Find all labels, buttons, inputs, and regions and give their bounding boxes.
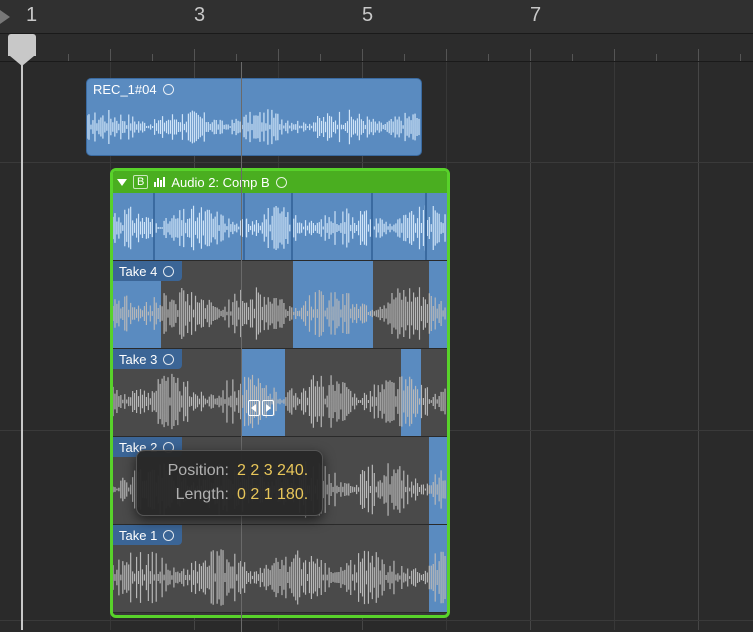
gridline (614, 62, 615, 630)
comp-lane[interactable] (113, 193, 447, 261)
comp-split[interactable] (291, 193, 293, 260)
tooltip-length-value: 0 2 1 180. (237, 483, 308, 507)
take-header[interactable]: Take 1 (113, 525, 182, 545)
comp-title: Audio 2: Comp B (171, 175, 269, 190)
tooltip-length-label: Length: (151, 483, 229, 507)
waveform (113, 371, 447, 432)
bar-number: 1 (26, 4, 37, 27)
take-lane[interactable]: Take 3 (113, 349, 447, 437)
bar-ruler[interactable]: 1 3 5 7 (0, 0, 753, 34)
comp-badge[interactable]: B (133, 175, 148, 189)
loop-icon (276, 177, 287, 188)
waveform (113, 283, 447, 344)
audio-region-rec1[interactable]: REC_1#04 (86, 78, 422, 156)
tooltip-position-value: 2 2 3 240. (237, 459, 308, 483)
comp-header[interactable]: B Audio 2: Comp B (113, 171, 447, 193)
waveform (87, 107, 421, 147)
waveform (113, 203, 447, 253)
tooltip-position-label: Position: (151, 459, 229, 483)
comp-split[interactable] (425, 193, 427, 260)
track-divider (0, 620, 753, 621)
gridline (530, 62, 531, 630)
bar-number: 3 (194, 4, 205, 27)
take-lane[interactable]: Take 4 (113, 261, 447, 349)
gridline (698, 62, 699, 630)
take-folder[interactable]: B Audio 2: Comp B Take 4Take 3Take 2Take… (110, 168, 450, 618)
loop-icon (163, 530, 174, 541)
disclosure-triangle-icon[interactable] (117, 179, 127, 186)
take-label: Take 4 (119, 264, 157, 279)
beat-ruler[interactable] (0, 34, 753, 62)
take-header[interactable]: Take 4 (113, 261, 182, 281)
resize-cursor-icon (248, 400, 274, 416)
edit-guide-line (241, 62, 242, 632)
position-tooltip: Position: 2 2 3 240. Length: 0 2 1 180. (136, 450, 323, 516)
region-name: REC_1#04 (93, 82, 157, 97)
bar-number: 5 (362, 4, 373, 27)
cycle-start-icon[interactable] (0, 10, 10, 24)
loop-icon (163, 266, 174, 277)
playhead-marker[interactable] (8, 34, 36, 56)
bar-number: 7 (530, 4, 541, 27)
comp-split[interactable] (371, 193, 373, 260)
waveform (113, 547, 447, 608)
take-header[interactable]: Take 3 (113, 349, 182, 369)
comp-split[interactable] (243, 193, 245, 260)
quick-swipe-icon[interactable] (154, 177, 165, 187)
take-label: Take 1 (119, 528, 157, 543)
track-divider (0, 162, 753, 163)
playhead-line[interactable] (21, 62, 23, 630)
take-label: Take 3 (119, 352, 157, 367)
comp-split[interactable] (153, 193, 155, 260)
loop-icon (163, 354, 174, 365)
take-lane[interactable]: Take 1 (113, 525, 447, 613)
loop-icon (163, 84, 174, 95)
region-header: REC_1#04 (87, 79, 421, 99)
